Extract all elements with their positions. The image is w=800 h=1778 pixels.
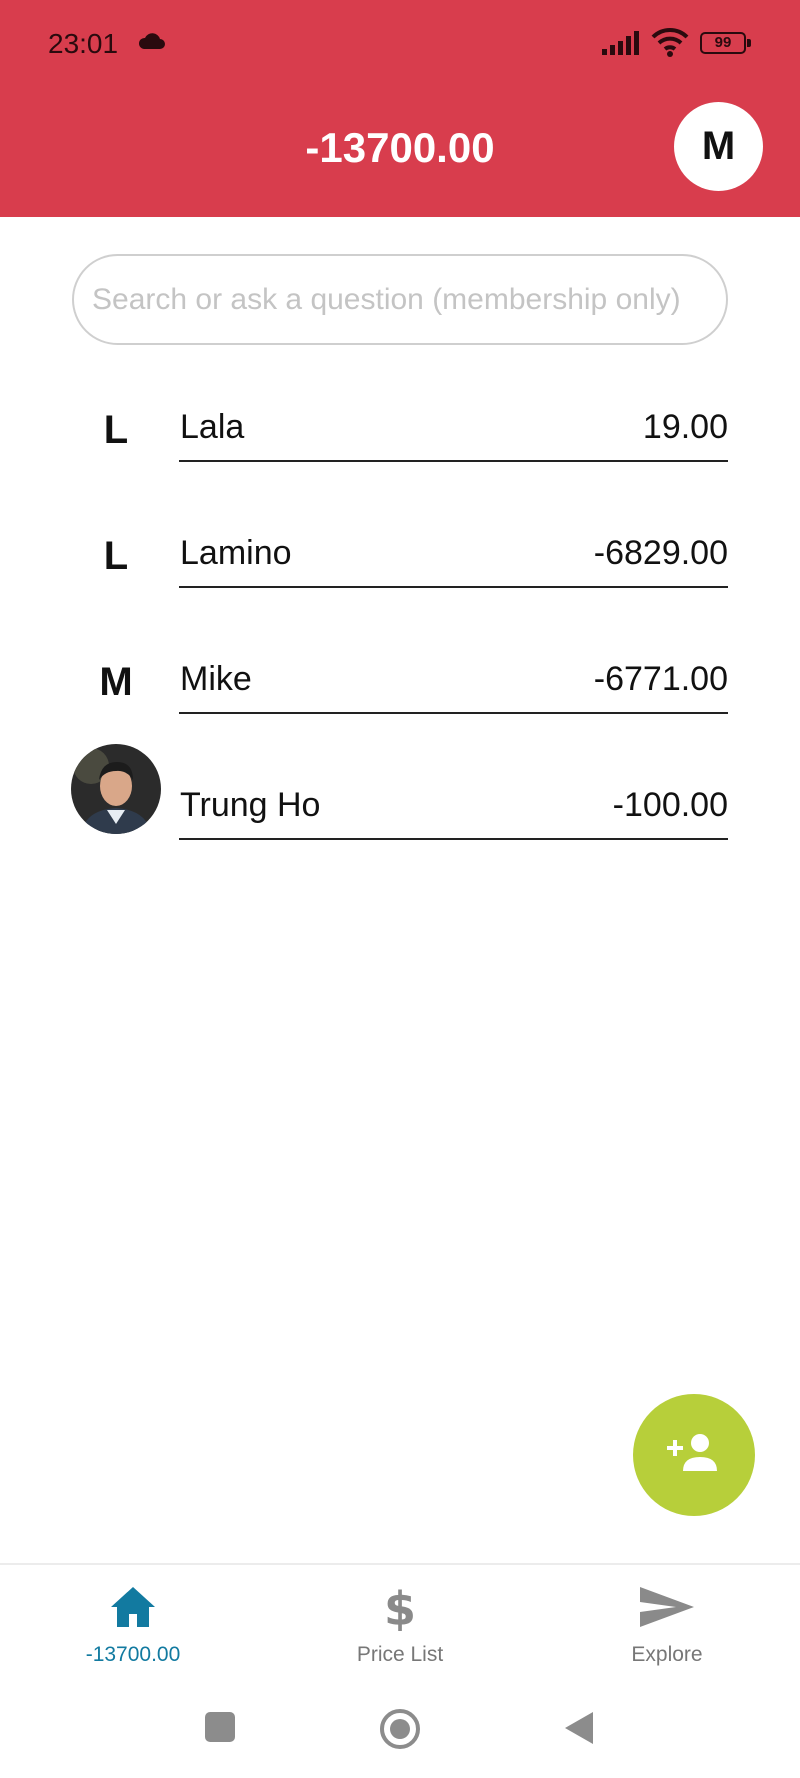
member-name: Lamino bbox=[180, 534, 292, 572]
back-icon[interactable] bbox=[563, 1710, 595, 1751]
nav-item-home[interactable]: -13700.00 bbox=[33, 1565, 233, 1673]
search-input[interactable] bbox=[72, 254, 728, 345]
member-name: Lala bbox=[180, 408, 245, 446]
list-item[interactable]: L Lamino -6829.00 bbox=[0, 516, 800, 642]
member-amount: 19.00 bbox=[642, 408, 728, 446]
list-item[interactable]: L Lala 19.00 bbox=[0, 390, 800, 516]
row-divider bbox=[179, 838, 728, 840]
member-amount: -100.00 bbox=[612, 786, 728, 824]
member-amount: -6771.00 bbox=[593, 660, 728, 698]
app-header: 23:01 99 -13700.00 M bbox=[0, 0, 800, 217]
dollar-icon: $ bbox=[376, 1582, 424, 1636]
member-name: Mike bbox=[180, 660, 252, 698]
svg-text:$: $ bbox=[384, 1583, 416, 1631]
member-amount: -6829.00 bbox=[593, 534, 728, 572]
home-icon bbox=[109, 1583, 157, 1631]
system-navigation-bar bbox=[0, 1671, 800, 1778]
status-time: 23:01 bbox=[48, 28, 119, 59]
row-divider bbox=[179, 586, 728, 588]
member-initial: L bbox=[103, 408, 129, 452]
row-divider bbox=[179, 712, 728, 714]
home-circle-icon[interactable] bbox=[378, 1707, 422, 1756]
wifi-icon bbox=[651, 27, 689, 62]
nav-label: Explore bbox=[631, 1643, 703, 1666]
profile-avatar[interactable]: M bbox=[674, 102, 763, 191]
battery-icon: 99 bbox=[700, 32, 751, 54]
member-photo-avatar bbox=[71, 744, 161, 834]
add-person-icon bbox=[667, 1433, 721, 1478]
member-name: Trung Ho bbox=[180, 786, 321, 824]
send-icon bbox=[640, 1583, 694, 1631]
row-divider bbox=[179, 460, 728, 462]
nav-item-price-list[interactable]: $ Price List bbox=[300, 1565, 500, 1673]
nav-label: Price List bbox=[356, 1643, 444, 1666]
nav-label: -13700.00 bbox=[85, 1643, 181, 1666]
nav-item-explore[interactable]: Explore bbox=[567, 1565, 767, 1673]
list-item[interactable]: Trung Ho -100.00 bbox=[0, 744, 800, 894]
member-initial: L bbox=[103, 534, 129, 578]
add-member-button[interactable] bbox=[633, 1394, 755, 1516]
signal-icon bbox=[602, 31, 640, 60]
recents-icon[interactable] bbox=[204, 1711, 236, 1748]
bottom-navigation: -13700.00 $ Price List Explore bbox=[0, 1563, 800, 1671]
member-initial: M bbox=[99, 660, 133, 704]
cloud-icon bbox=[138, 32, 166, 55]
